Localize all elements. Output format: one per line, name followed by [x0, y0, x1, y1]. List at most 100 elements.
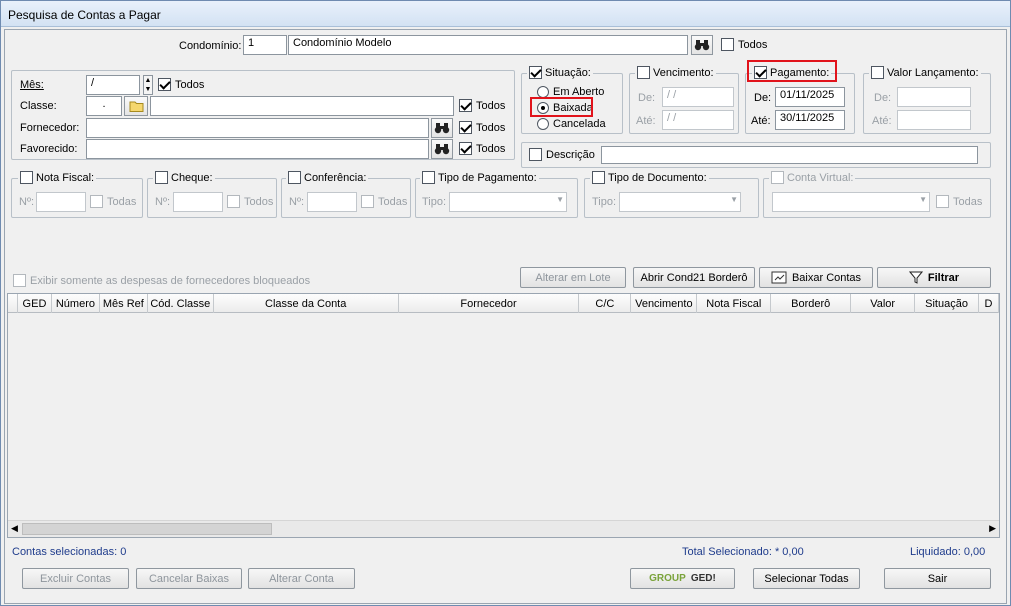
binoculars-icon[interactable] [691, 35, 713, 55]
tipo-documento-legend[interactable]: Tipo de Documento: [590, 171, 709, 184]
ged-group-label: GROUP [649, 573, 686, 584]
condominio-name-input[interactable]: Condomínio Modelo [288, 35, 688, 55]
mes-input[interactable]: / [86, 75, 140, 95]
conta-virtual-todas-checkbox[interactable]: Todas [936, 195, 982, 208]
col-cod-classe[interactable]: Cód. Classe [148, 294, 214, 313]
descricao-checkbox[interactable]: Descrição [529, 148, 595, 161]
nota-fiscal-label: Nota Fiscal: [36, 171, 95, 184]
condominio-label: Condomínio: [179, 40, 242, 52]
vencimento-checkbox[interactable] [637, 66, 650, 79]
tipo-pagamento-legend[interactable]: Tipo de Pagamento: [420, 171, 539, 184]
nota-fiscal-todas-checkbox[interactable]: Todas [90, 195, 136, 208]
fornecedor-binoculars-icon[interactable] [431, 118, 453, 138]
vencimento-ate-input[interactable]: / / [662, 110, 734, 130]
col-cc[interactable]: C/C [579, 294, 632, 313]
conferencia-input[interactable] [307, 192, 357, 212]
valor-lancamento-legend[interactable]: Valor Lançamento: [869, 66, 981, 79]
valor-de-label: De: [874, 92, 892, 104]
total-selecionado: Total Selecionado: * 0,00 [682, 546, 804, 558]
favorecido-todos-box[interactable] [459, 142, 472, 155]
classe-label: Classe: [20, 100, 57, 112]
classe-todas-checkbox[interactable]: Todos [459, 99, 505, 112]
mes-spinner[interactable]: ▲ ▼ [143, 75, 153, 95]
classe-name-input[interactable] [150, 96, 454, 116]
col-mes-ref[interactable]: Mês Ref [100, 294, 148, 313]
baixar-contas-button[interactable]: Baixar Contas [759, 267, 873, 288]
classe-code-input[interactable]: . [86, 96, 122, 116]
scroll-right-icon[interactable]: ▶ [989, 523, 996, 534]
valor-ate-input[interactable] [897, 110, 971, 130]
favorecido-input[interactable] [86, 139, 429, 159]
selecionar-todas-button[interactable]: Selecionar Todas [753, 568, 860, 589]
fornecedor-todos-checkbox[interactable]: Todos [459, 121, 505, 134]
title-bar: Pesquisa de Contas a Pagar [1, 1, 1010, 27]
ged-button[interactable]: GROUP GED! [630, 568, 735, 589]
vencimento-de-input[interactable]: / / [662, 87, 734, 107]
nota-fiscal-input[interactable] [36, 192, 86, 212]
conferencia-legend[interactable]: Conferência: [286, 171, 369, 184]
fornecedor-todos-box[interactable] [459, 121, 472, 134]
todos-checkbox-box[interactable] [721, 38, 734, 51]
scroll-left-icon[interactable]: ◀ [11, 523, 18, 534]
classe-todas-box[interactable] [459, 99, 472, 112]
conta-virtual-legend[interactable]: Conta Virtual: [769, 171, 856, 184]
scroll-thumb[interactable] [22, 523, 272, 535]
chevron-down-icon: ▼ [730, 195, 738, 204]
nota-fiscal-todas-label: Todas [107, 195, 137, 208]
col-numero[interactable]: Número [52, 294, 100, 313]
col-valor[interactable]: Valor [851, 294, 916, 313]
valor-lancamento-checkbox[interactable] [871, 66, 884, 79]
excluir-contas-button[interactable]: Excluir Contas [22, 568, 129, 589]
liquidado: Liquidado: 0,00 [910, 546, 986, 558]
contas-table[interactable]: GED Número Mês Ref Cód. Classe Classe da… [7, 293, 1000, 538]
cheque-input[interactable] [173, 192, 223, 212]
situacao-checkbox[interactable] [529, 66, 542, 79]
col-vencimento[interactable]: Vencimento [631, 294, 698, 313]
cancelar-baixas-button[interactable]: Cancelar Baixas [136, 568, 242, 589]
valor-de-input[interactable] [897, 87, 971, 107]
alterar-conta-button[interactable]: Alterar Conta [248, 568, 355, 589]
vencimento-legend[interactable]: Vencimento: [635, 66, 716, 79]
conta-virtual-select[interactable]: ▼ [772, 192, 930, 212]
tipo-pagamento-group: Tipo de Pagamento: Tipo: ▼ [415, 171, 578, 218]
col-situacao[interactable]: Situação [915, 294, 980, 313]
ged-label: GED! [690, 573, 716, 584]
favorecido-todos-label: Todos [476, 142, 506, 155]
filtrar-label: Filtrar [927, 271, 960, 284]
tipo-documento-label: Tipo de Documento: [608, 171, 707, 184]
condominio-todos-checkbox[interactable]: Todos [721, 38, 767, 51]
pagamento-ate-input[interactable]: 30/11/2025 [775, 110, 845, 130]
favorecido-label: Favorecido: [20, 143, 78, 155]
folder-icon[interactable] [124, 96, 148, 116]
abrir-bordero-button[interactable]: Abrir Cond21 Borderô [633, 267, 755, 288]
col-bordero[interactable]: Borderô [771, 294, 852, 313]
horizontal-scrollbar[interactable]: ◀ ▶ [8, 520, 999, 537]
cheque-todos-checkbox[interactable]: Todos [227, 195, 273, 208]
col-d[interactable]: D [979, 294, 999, 313]
col-classe-conta[interactable]: Classe da Conta [214, 294, 399, 313]
descricao-input[interactable] [601, 146, 978, 164]
favorecido-todos-checkbox[interactable]: Todos [459, 142, 505, 155]
filtrar-button[interactable]: Filtrar [877, 267, 991, 288]
cheque-group: Cheque: Nº: Todos [147, 171, 277, 218]
col-ged[interactable]: GED [18, 294, 52, 313]
favorecido-binoculars-icon[interactable] [431, 139, 453, 159]
col-fornecedor[interactable]: Fornecedor [399, 294, 580, 313]
conferencia-todas-checkbox[interactable]: Todas [361, 195, 407, 208]
fornecedor-input[interactable] [86, 118, 429, 138]
alterar-lote-button[interactable]: Alterar em Lote [520, 267, 626, 288]
tipo-pagamento-select[interactable]: ▼ [449, 192, 567, 212]
pagamento-de-input[interactable]: 01/11/2025 [775, 87, 845, 107]
situacao-legend[interactable]: Situação: [527, 66, 593, 79]
sair-button[interactable]: Sair [884, 568, 991, 589]
cancelada-label: Cancelada [553, 118, 606, 130]
nota-fiscal-legend[interactable]: Nota Fiscal: [18, 171, 97, 184]
tipo-documento-select[interactable]: ▼ [619, 192, 741, 212]
condominio-code-input[interactable]: 1 [243, 35, 287, 55]
mes-todos-checkbox[interactable]: Todos [158, 78, 204, 91]
cheque-legend[interactable]: Cheque: [153, 171, 215, 184]
mes-todos-box[interactable] [158, 78, 171, 91]
bloqueados-checkbox[interactable]: Exibir somente as despesas de fornecedor… [13, 274, 310, 287]
col-nota-fiscal[interactable]: Nota Fiscal [697, 294, 772, 313]
radio-cancelada[interactable]: Cancelada [537, 118, 606, 130]
